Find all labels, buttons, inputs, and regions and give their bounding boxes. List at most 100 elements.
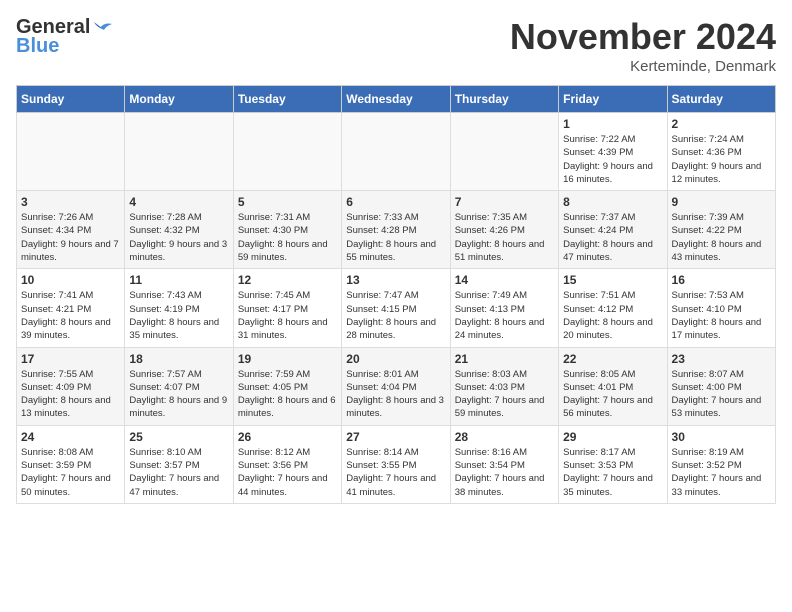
- day-number: 14: [455, 273, 554, 287]
- day-info: Sunrise: 8:12 AMSunset: 3:56 PMDaylight:…: [238, 446, 337, 499]
- day-number: 26: [238, 430, 337, 444]
- day-info: Sunrise: 7:28 AMSunset: 4:32 PMDaylight:…: [129, 211, 228, 264]
- day-info: Sunrise: 7:51 AMSunset: 4:12 PMDaylight:…: [563, 289, 662, 342]
- day-info: Sunrise: 8:07 AMSunset: 4:00 PMDaylight:…: [672, 368, 771, 421]
- day-info: Sunrise: 7:33 AMSunset: 4:28 PMDaylight:…: [346, 211, 445, 264]
- day-info: Sunrise: 7:37 AMSunset: 4:24 PMDaylight:…: [563, 211, 662, 264]
- week-row-1: 1 Sunrise: 7:22 AMSunset: 4:39 PMDaylight…: [17, 113, 776, 191]
- calendar-cell: 7 Sunrise: 7:35 AMSunset: 4:26 PMDaylight…: [450, 191, 558, 269]
- calendar-cell: 24 Sunrise: 8:08 AMSunset: 3:59 PMDayligh…: [17, 425, 125, 503]
- day-number: 19: [238, 352, 337, 366]
- day-info: Sunrise: 7:41 AMSunset: 4:21 PMDaylight:…: [21, 289, 120, 342]
- day-number: 17: [21, 352, 120, 366]
- logo: General Blue: [16, 16, 114, 58]
- calendar-cell: 19 Sunrise: 7:59 AMSunset: 4:05 PMDayligh…: [233, 347, 341, 425]
- weekday-header-saturday: Saturday: [667, 86, 775, 113]
- calendar-cell: 25Sunrise: 8:10 AMSunset: 3:57 PMDayligh…: [125, 425, 233, 503]
- weekday-header-sunday: Sunday: [17, 86, 125, 113]
- day-number: 9: [672, 195, 771, 209]
- title-block: November 2024 Kerteminde, Denmark: [510, 16, 776, 75]
- day-number: 20: [346, 352, 445, 366]
- day-number: 4: [129, 195, 228, 209]
- calendar-cell: [17, 113, 125, 191]
- day-number: 22: [563, 352, 662, 366]
- calendar-cell: 4 Sunrise: 7:28 AMSunset: 4:32 PMDaylight…: [125, 191, 233, 269]
- calendar-cell: 14Sunrise: 7:49 AMSunset: 4:13 PMDayligh…: [450, 269, 558, 347]
- calendar-cell: 12 Sunrise: 7:45 AMSunset: 4:17 PMDayligh…: [233, 269, 341, 347]
- logo-bird-icon: [92, 20, 114, 36]
- calendar-cell: 11 Sunrise: 7:43 AMSunset: 4:19 PMDayligh…: [125, 269, 233, 347]
- day-info: Sunrise: 7:43 AMSunset: 4:19 PMDaylight:…: [129, 289, 228, 342]
- calendar-cell: 26 Sunrise: 8:12 AMSunset: 3:56 PMDayligh…: [233, 425, 341, 503]
- calendar-table: SundayMondayTuesdayWednesdayThursdayFrid…: [16, 85, 776, 504]
- calendar-cell: [125, 113, 233, 191]
- calendar-cell: 22 Sunrise: 8:05 AMSunset: 4:01 PMDayligh…: [559, 347, 667, 425]
- day-number: 13: [346, 273, 445, 287]
- calendar-cell: 29Sunrise: 8:17 AMSunset: 3:53 PMDayligh…: [559, 425, 667, 503]
- day-number: 1: [563, 117, 662, 131]
- day-number: 29: [563, 430, 662, 444]
- calendar-cell: 2Sunrise: 7:24 AMSunset: 4:36 PMDaylight…: [667, 113, 775, 191]
- weekday-header-friday: Friday: [559, 86, 667, 113]
- calendar-cell: 23Sunrise: 8:07 AMSunset: 4:00 PMDayligh…: [667, 347, 775, 425]
- calendar-cell: [342, 113, 450, 191]
- day-number: 15: [563, 273, 662, 287]
- day-info: Sunrise: 8:19 AMSunset: 3:52 PMDaylight:…: [672, 446, 771, 499]
- day-info: Sunrise: 8:16 AMSunset: 3:54 PMDaylight:…: [455, 446, 554, 499]
- day-number: 11: [129, 273, 228, 287]
- day-info: Sunrise: 8:03 AMSunset: 4:03 PMDaylight:…: [455, 368, 554, 421]
- day-number: 12: [238, 273, 337, 287]
- week-row-2: 3Sunrise: 7:26 AMSunset: 4:34 PMDaylight…: [17, 191, 776, 269]
- weekday-header-row: SundayMondayTuesdayWednesdayThursdayFrid…: [17, 86, 776, 113]
- month-title: November 2024: [510, 16, 776, 58]
- day-number: 21: [455, 352, 554, 366]
- day-info: Sunrise: 7:22 AMSunset: 4:39 PMDaylight:…: [563, 133, 662, 186]
- day-info: Sunrise: 7:39 AMSunset: 4:22 PMDaylight:…: [672, 211, 771, 264]
- calendar-cell: 16 Sunrise: 7:53 AMSunset: 4:10 PMDayligh…: [667, 269, 775, 347]
- day-number: 27: [346, 430, 445, 444]
- calendar-cell: 6 Sunrise: 7:33 AMSunset: 4:28 PMDaylight…: [342, 191, 450, 269]
- day-number: 2: [672, 117, 771, 131]
- calendar-cell: 5Sunrise: 7:31 AMSunset: 4:30 PMDaylight…: [233, 191, 341, 269]
- calendar-cell: 21 Sunrise: 8:03 AMSunset: 4:03 PMDayligh…: [450, 347, 558, 425]
- day-info: Sunrise: 7:57 AMSunset: 4:07 PMDaylight:…: [129, 368, 228, 421]
- day-number: 10: [21, 273, 120, 287]
- location: Kerteminde, Denmark: [510, 58, 776, 75]
- day-number: 28: [455, 430, 554, 444]
- weekday-header-wednesday: Wednesday: [342, 86, 450, 113]
- logo-blue: Blue: [16, 35, 59, 58]
- day-info: Sunrise: 7:53 AMSunset: 4:10 PMDaylight:…: [672, 289, 771, 342]
- calendar-cell: [233, 113, 341, 191]
- calendar-cell: 13 Sunrise: 7:47 AMSunset: 4:15 PMDayligh…: [342, 269, 450, 347]
- week-row-5: 24 Sunrise: 8:08 AMSunset: 3:59 PMDayligh…: [17, 425, 776, 503]
- weekday-header-tuesday: Tuesday: [233, 86, 341, 113]
- day-number: 7: [455, 195, 554, 209]
- day-number: 6: [346, 195, 445, 209]
- calendar-cell: 28 Sunrise: 8:16 AMSunset: 3:54 PMDayligh…: [450, 425, 558, 503]
- day-number: 24: [21, 430, 120, 444]
- day-info: Sunrise: 7:26 AMSunset: 4:34 PMDaylight:…: [21, 211, 120, 264]
- day-info: Sunrise: 8:08 AMSunset: 3:59 PMDaylight:…: [21, 446, 120, 499]
- calendar-cell: 18Sunrise: 7:57 AMSunset: 4:07 PMDayligh…: [125, 347, 233, 425]
- weekday-header-thursday: Thursday: [450, 86, 558, 113]
- day-info: Sunrise: 8:14 AMSunset: 3:55 PMDaylight:…: [346, 446, 445, 499]
- day-info: Sunrise: 7:35 AMSunset: 4:26 PMDaylight:…: [455, 211, 554, 264]
- calendar-cell: 1 Sunrise: 7:22 AMSunset: 4:39 PMDaylight…: [559, 113, 667, 191]
- calendar-cell: 3Sunrise: 7:26 AMSunset: 4:34 PMDaylight…: [17, 191, 125, 269]
- week-row-3: 10 Sunrise: 7:41 AMSunset: 4:21 PMDayligh…: [17, 269, 776, 347]
- day-info: Sunrise: 7:55 AMSunset: 4:09 PMDaylight:…: [21, 368, 120, 421]
- day-number: 25: [129, 430, 228, 444]
- day-number: 30: [672, 430, 771, 444]
- page-header: General Blue November 2024 Kerteminde, D…: [16, 16, 776, 75]
- week-row-4: 17 Sunrise: 7:55 AMSunset: 4:09 PMDayligh…: [17, 347, 776, 425]
- day-number: 16: [672, 273, 771, 287]
- day-info: Sunrise: 8:05 AMSunset: 4:01 PMDaylight:…: [563, 368, 662, 421]
- day-info: Sunrise: 7:45 AMSunset: 4:17 PMDaylight:…: [238, 289, 337, 342]
- calendar-cell: 30 Sunrise: 8:19 AMSunset: 3:52 PMDayligh…: [667, 425, 775, 503]
- day-number: 8: [563, 195, 662, 209]
- day-info: Sunrise: 7:59 AMSunset: 4:05 PMDaylight:…: [238, 368, 337, 421]
- calendar-cell: 8 Sunrise: 7:37 AMSunset: 4:24 PMDaylight…: [559, 191, 667, 269]
- day-info: Sunrise: 7:47 AMSunset: 4:15 PMDaylight:…: [346, 289, 445, 342]
- day-info: Sunrise: 8:01 AMSunset: 4:04 PMDaylight:…: [346, 368, 445, 421]
- calendar-cell: 15 Sunrise: 7:51 AMSunset: 4:12 PMDayligh…: [559, 269, 667, 347]
